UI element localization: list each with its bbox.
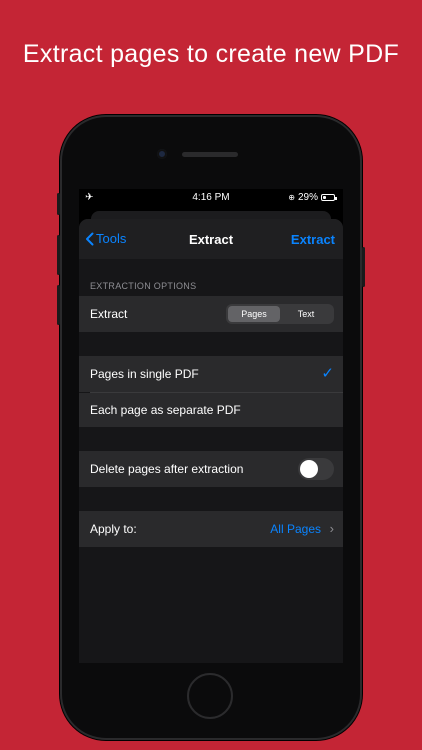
front-camera	[157, 149, 167, 159]
screen: ✈ 4:16 PM ⊕ 29% Tools Extract Extract EX…	[79, 189, 343, 663]
silent-switch	[57, 193, 60, 215]
status-right: ⊕ 29%	[288, 192, 337, 203]
segment-text[interactable]: Text	[280, 306, 332, 322]
extract-sheet: Tools Extract Extract EXTRACTION OPTIONS…	[79, 219, 343, 663]
earpiece-speaker	[182, 152, 238, 157]
delete-pages-toggle[interactable]	[298, 458, 334, 480]
phone-frame: ✈ 4:16 PM ⊕ 29% Tools Extract Extract EX…	[57, 115, 365, 740]
navigation-bar: Tools Extract Extract	[79, 219, 343, 259]
chevron-right-icon: ›	[329, 521, 334, 536]
output-option-single-pdf[interactable]: Pages in single PDF ✓	[79, 356, 343, 392]
battery-icon	[321, 194, 337, 201]
option-label: Pages in single PDF	[90, 367, 199, 381]
apply-to-row[interactable]: Apply to: All Pages ›	[79, 511, 343, 547]
toggle-knob	[300, 460, 318, 478]
status-bar: ✈ 4:16 PM ⊕ 29%	[79, 189, 343, 207]
apply-to-label: Apply to:	[90, 522, 137, 536]
segment-pages[interactable]: Pages	[228, 306, 280, 322]
battery-percent: 29%	[297, 192, 318, 203]
checkmark-icon: ✓	[321, 365, 334, 382]
extract-mode-segmented-control: Pages Text	[226, 304, 334, 324]
volume-down-button	[57, 285, 60, 325]
option-label: Each page as separate PDF	[90, 403, 241, 417]
section-header-extraction-options: EXTRACTION OPTIONS	[90, 281, 197, 291]
extract-label: Extract	[90, 307, 128, 321]
power-button	[362, 247, 365, 287]
home-button[interactable]	[187, 673, 233, 719]
extract-action-button[interactable]: Extract	[291, 232, 335, 247]
delete-pages-label: Delete pages after extraction	[90, 462, 244, 476]
extract-mode-row: Extract Pages Text	[79, 296, 343, 332]
rotation-lock-icon: ⊕	[288, 193, 295, 202]
output-option-separate-pdf[interactable]: Each page as separate PDF	[79, 393, 343, 427]
headline: Extract pages to create new PDF	[22, 40, 400, 68]
volume-up-button	[57, 235, 60, 275]
apply-to-value: All Pages	[270, 522, 321, 536]
delete-pages-row: Delete pages after extraction	[79, 451, 343, 487]
